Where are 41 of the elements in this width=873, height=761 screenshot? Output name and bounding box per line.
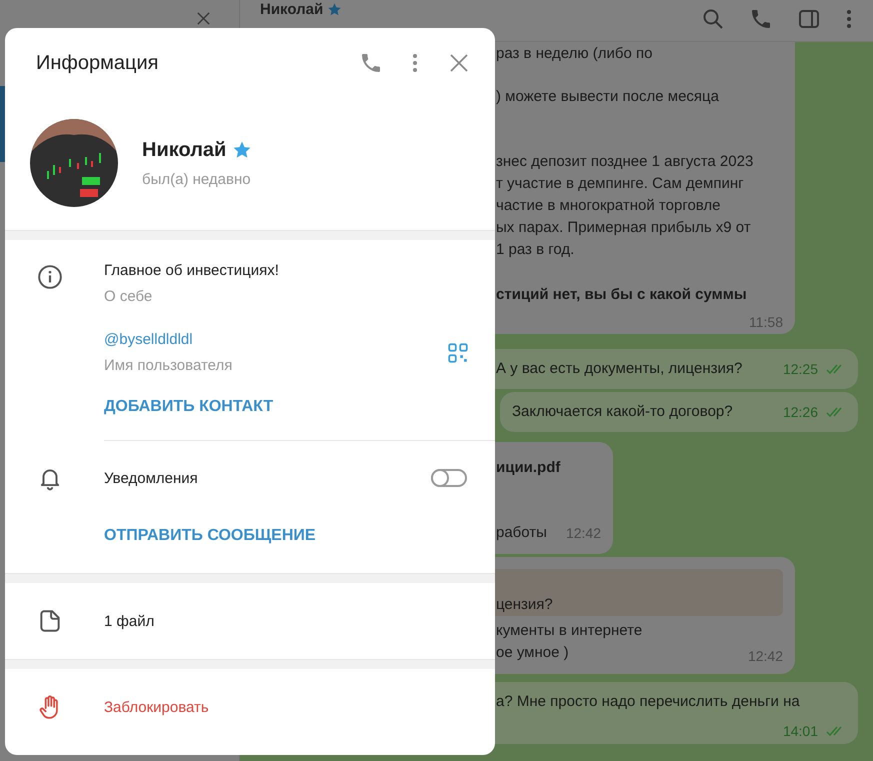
contact-name: Николай	[142, 138, 226, 162]
info-icon	[37, 264, 63, 290]
quoted-text: цензия?	[496, 596, 553, 613]
more-icon[interactable]	[845, 7, 853, 31]
star-icon	[327, 2, 342, 17]
message-text: знес депозит позднее 1 августа 2023 т участие в демпинге. Сам демпинг частие в многократной торговле ых парах. Примерная прибыль x9 от 1 раз в год.	[496, 152, 754, 260]
search-icon[interactable]	[701, 7, 725, 31]
more-icon[interactable]	[411, 51, 419, 75]
username-link[interactable]: @byselldldldl	[104, 331, 232, 348]
message-text: раз в неделю (либо по	[496, 44, 652, 64]
notifications-toggle[interactable]	[431, 469, 467, 487]
phone-icon[interactable]	[359, 51, 383, 75]
bio-label: О себе	[104, 288, 154, 305]
username-label: Имя пользователя	[104, 357, 232, 374]
message-time: 12:25	[782, 361, 818, 377]
block-row[interactable]: Заблокировать	[5, 669, 495, 745]
message-text: работы	[496, 523, 547, 543]
send-message-button[interactable]: ОТПРАВИТЬ СООБЩЕНИЕ	[91, 521, 329, 551]
message-text: стиций нет, вы бы с какой суммы	[496, 285, 747, 305]
qr-code-icon[interactable]	[447, 342, 469, 364]
message-text: Заключается какой-то договор?	[512, 402, 733, 422]
message-time: 14:01	[782, 723, 818, 739]
message-text: А у вас есть документы, лицензия?	[496, 359, 742, 379]
add-contact-button[interactable]: ДОБАВИТЬ КОНТАКТ	[91, 392, 286, 422]
phone-icon[interactable]	[749, 7, 773, 31]
message-time: 12:26	[782, 404, 818, 420]
chat-title: Николай	[260, 1, 324, 18]
dialog-title: Информация	[36, 52, 158, 74]
message-text: ) можете вывести после месяца	[496, 87, 719, 107]
files-row[interactable]: 1 файл	[5, 583, 495, 659]
message-text: кументы в интернете ое умное )	[496, 621, 642, 663]
file-name: иции.pdf	[496, 458, 562, 478]
notifications-label: Уведомления	[104, 470, 199, 486]
star-icon	[232, 140, 252, 160]
block-user-label: Заблокировать	[104, 698, 209, 716]
files-count: 1 файл	[104, 612, 154, 630]
side-panel-icon[interactable]	[797, 7, 821, 31]
message-text: а? Мне просто надо перечислить деньги на	[496, 692, 800, 712]
last-seen-status: был(а) недавно	[142, 170, 252, 188]
bio-text: Главное об инвестициях!	[104, 262, 279, 279]
close-icon[interactable]	[196, 10, 211, 26]
